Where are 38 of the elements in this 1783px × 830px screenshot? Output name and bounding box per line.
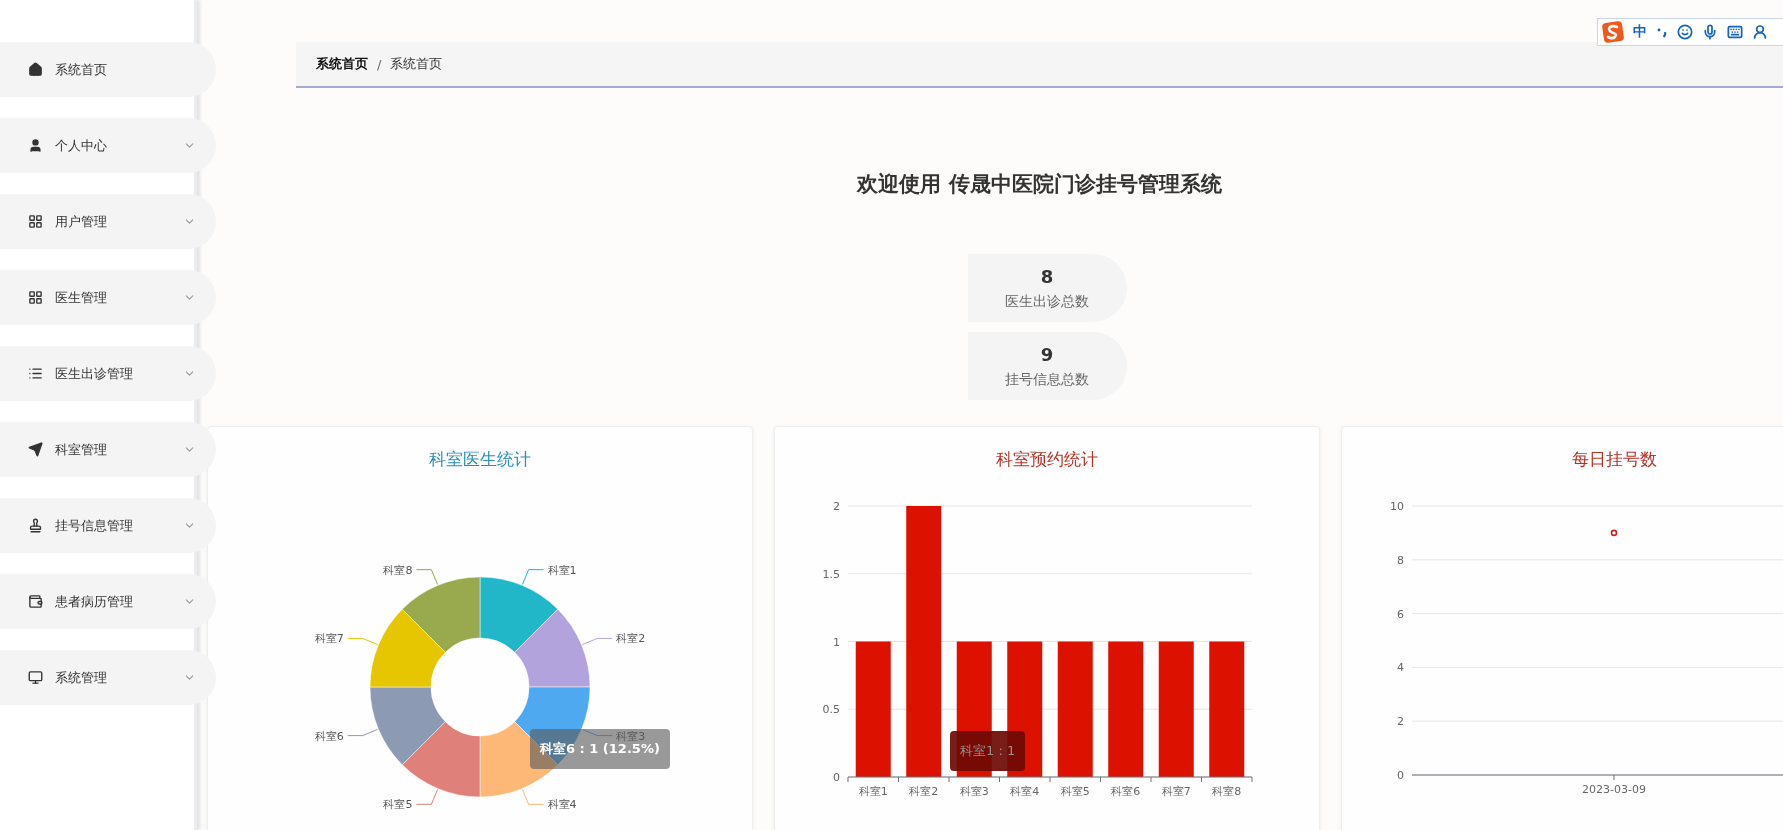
x-axis-label: 科室6 (1111, 785, 1141, 798)
y-axis-label: 8 (1397, 553, 1404, 567)
slice-label: 科室3 (616, 729, 646, 743)
x-axis-label: 科室3 (959, 785, 989, 798)
y-axis-label: 0 (833, 771, 840, 784)
y-axis-label: 0.5 (822, 703, 840, 717)
x-axis-label: 科室8 (1212, 785, 1242, 798)
slice-label: 科室6 (314, 729, 344, 743)
chart-title: 科室医生统计 (428, 448, 532, 471)
welcome-title: 欢迎使用 传晟中医院门诊挂号管理系统 (855, 171, 1223, 198)
stat-label: 医生出诊总数 (1005, 292, 1089, 311)
stat-label: 挂号信息总数 (1005, 370, 1089, 389)
chart-title: 每日挂号数 (1570, 448, 1658, 471)
x-axis-label: 科室4 (1010, 785, 1040, 798)
slice-label: 科室8 (383, 563, 413, 577)
y-axis-label: 1.5 (822, 567, 840, 581)
y-axis-label: 10 (1390, 500, 1404, 513)
x-axis-label: 2023-03-09 (1582, 783, 1646, 796)
slice-label: 科室1 (547, 563, 577, 577)
x-axis-label: 科室2 (909, 785, 939, 798)
stat-value: 8 (1040, 265, 1054, 287)
x-axis-label: 科室5 (1060, 785, 1090, 798)
y-axis-label: 2 (833, 500, 840, 513)
slice-label: 科室4 (547, 798, 577, 812)
breadcrumb-separator: / (377, 56, 382, 72)
chart-tooltip: 科室1 : 1 (950, 731, 1026, 771)
y-axis-label: 1 (833, 635, 840, 649)
y-axis-label: 0 (1397, 769, 1404, 782)
x-axis-label: 科室7 (1161, 785, 1191, 798)
y-axis-label: 6 (1397, 607, 1404, 621)
y-axis-label: 4 (1397, 661, 1404, 675)
y-axis-label: 2 (1397, 715, 1404, 729)
slice-label: 科室2 (616, 632, 646, 646)
slice-label: 科室5 (383, 798, 413, 812)
stat-value: 9 (1040, 343, 1054, 365)
slice-label: 科室7 (314, 632, 344, 646)
x-axis-label: 科室1 (858, 785, 888, 798)
chart-title: 科室预约统计 (995, 448, 1099, 471)
